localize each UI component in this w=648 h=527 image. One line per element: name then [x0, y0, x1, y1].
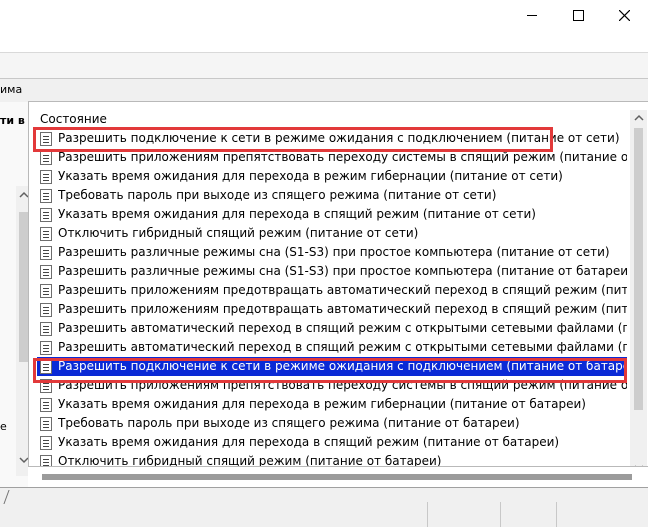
status-cell	[556, 502, 557, 527]
policy-setting-icon	[40, 264, 52, 279]
chevron-up-icon[interactable]	[634, 114, 644, 122]
status-cell	[3, 490, 10, 504]
list-item-label: Разрешить приложениям предотвращать авто…	[58, 302, 627, 316]
list-item[interactable]: Отключить гибридный спящий режим (питани…	[37, 224, 627, 243]
policy-setting-icon	[40, 435, 52, 450]
close-button[interactable]	[601, 0, 647, 30]
list-item[interactable]: Разрешить различные режимы сна (S1-S3) п…	[37, 262, 627, 281]
list-item[interactable]: Указать время ожидания для перехода в ре…	[37, 395, 627, 414]
list-item-label: Указать время ожидания для перехода в ре…	[58, 169, 563, 183]
list-item[interactable]: Указать время ожидания для перехода в сп…	[37, 205, 627, 224]
list-item[interactable]: Требовать пароль при выходе из спящего р…	[37, 186, 627, 205]
policy-setting-icon	[40, 283, 52, 298]
list-scrollbar-thumb[interactable]	[634, 128, 643, 410]
settings-list-panel: Состояние Разрешить подключение к сети в…	[28, 101, 648, 488]
maximize-icon	[572, 9, 584, 21]
policy-setting-icon	[40, 131, 52, 146]
list-item[interactable]: Разрешить приложениям предотвращать авто…	[37, 281, 627, 300]
list-item-label: Разрешить приложениям препятствовать пер…	[58, 378, 627, 392]
horizontal-scrollbar[interactable]	[28, 466, 648, 488]
list-item-label: Разрешить подключение к сети в режиме ож…	[58, 359, 627, 373]
section-header-text: има	[0, 83, 23, 96]
list-item-label: Разрешить подключение к сети в режиме ож…	[58, 131, 620, 145]
list-item-label: Разрешить приложениям препятствовать пер…	[58, 150, 627, 164]
list-item-label: Разрешить различные режимы сна (S1-S3) п…	[58, 245, 610, 259]
settings-list: Состояние Разрешить подключение к сети в…	[37, 110, 627, 478]
list-item-label: Разрешить различные режимы сна (S1-S3) п…	[58, 264, 627, 278]
list-item-label: Разрешить приложениям предотвращать авто…	[58, 283, 627, 297]
policy-setting-icon	[40, 321, 52, 336]
policy-setting-icon	[40, 378, 52, 393]
list-item-label: Требовать пароль при выходе из спящего р…	[58, 188, 497, 202]
status-bar	[0, 487, 648, 527]
list-item[interactable]: Требовать пароль при выходе из спящего р…	[37, 414, 627, 433]
list-item[interactable]: Указать время ожидания для перехода в ре…	[37, 167, 627, 186]
list-item-label: Разрешить автоматический переход в спящи…	[58, 340, 627, 354]
list-item-label: Указать время ожидания для перехода в сп…	[58, 207, 536, 221]
status-cell	[500, 502, 501, 527]
list-item-label: Указать время ожидания для перехода в сп…	[58, 435, 560, 449]
left-panel-label: ти в	[0, 114, 25, 127]
close-icon	[618, 9, 630, 21]
list-item[interactable]: Разрешить приложениям препятствовать пер…	[37, 376, 627, 395]
policy-setting-icon	[40, 188, 52, 203]
toolbar-area	[0, 53, 648, 78]
policy-setting-icon	[40, 245, 52, 260]
list-item[interactable]: Разрешить подключение к сети в режиме ож…	[37, 357, 627, 376]
minimize-icon	[527, 14, 537, 16]
list-scrollbar[interactable]	[630, 110, 647, 478]
policy-setting-icon	[40, 416, 52, 431]
status-cell	[427, 502, 428, 527]
list-item[interactable]: Разрешить приложениям предотвращать авто…	[37, 300, 627, 319]
list-item-label: Отключить гибридный спящий режим (питани…	[58, 226, 419, 240]
list-item[interactable]: Разрешить автоматический переход в спящи…	[37, 319, 627, 338]
policy-setting-icon	[40, 150, 52, 165]
maximize-button[interactable]	[555, 0, 601, 30]
list-item[interactable]: Разрешить подключение к сети в режиме ож…	[37, 129, 627, 148]
policy-setting-icon	[40, 359, 52, 374]
title-bar	[0, 0, 648, 30]
list-item-label: Указать время ожидания для перехода в ре…	[58, 397, 586, 411]
list-item[interactable]: Указать время ожидания для перехода в сп…	[37, 433, 627, 452]
policy-setting-icon	[40, 397, 52, 412]
list-item-label: Требовать пароль при выходе из спящего р…	[58, 416, 520, 430]
policy-setting-icon	[40, 302, 52, 317]
horizontal-scrollbar-thumb[interactable]	[42, 474, 632, 480]
column-header-state[interactable]: Состояние	[37, 110, 627, 129]
left-panel-label-2: е	[0, 420, 7, 433]
list-item[interactable]: Разрешить приложениям препятствовать пер…	[37, 148, 627, 167]
list-item[interactable]: Разрешить различные режимы сна (S1-S3) п…	[37, 243, 627, 262]
policy-setting-icon	[40, 207, 52, 222]
address-bar[interactable]	[0, 30, 648, 53]
policy-setting-icon	[40, 169, 52, 184]
minimize-button[interactable]	[509, 0, 555, 30]
list-item[interactable]: Разрешить автоматический переход в спящи…	[37, 338, 627, 357]
policy-setting-icon	[40, 340, 52, 355]
policy-setting-icon	[40, 226, 52, 241]
list-item-label: Разрешить автоматический переход в спящи…	[58, 321, 627, 335]
